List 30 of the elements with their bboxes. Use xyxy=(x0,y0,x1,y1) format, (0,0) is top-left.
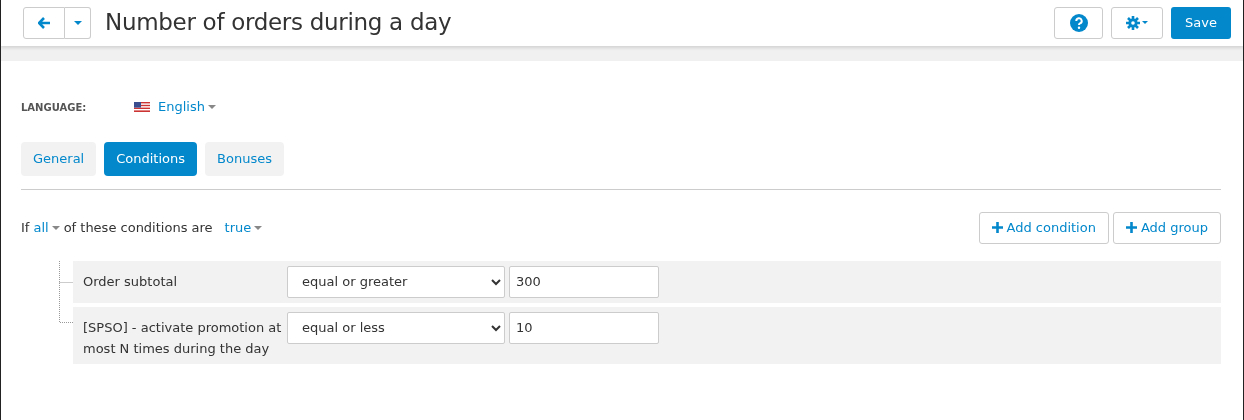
help-icon xyxy=(1069,14,1088,32)
back-arrow-icon xyxy=(37,17,51,29)
language-label: LANGUAGE: xyxy=(21,100,88,115)
language-selector[interactable]: English xyxy=(134,97,216,117)
page-title: Number of orders during a day xyxy=(105,9,452,37)
settings-icon xyxy=(1126,16,1149,30)
condition-name: [SPSO] - activate promotion at most N times during the day xyxy=(83,318,283,358)
condition-name: Order subtotal xyxy=(83,272,179,291)
plus-icon xyxy=(1125,222,1137,233)
flag-icon xyxy=(134,102,150,112)
operator-select[interactable]: equal or greater xyxy=(287,265,505,298)
help-button[interactable] xyxy=(1054,7,1104,39)
add-button[interactable]: Add condition xyxy=(978,211,1109,244)
match-mode-dropdown[interactable]: all xyxy=(33,217,60,237)
save-button[interactable]: Save xyxy=(1171,7,1231,39)
back-button[interactable] xyxy=(23,7,65,39)
condition-text: If xyxy=(21,218,30,237)
caret-icon xyxy=(73,21,82,25)
settings-button[interactable] xyxy=(1111,7,1164,39)
condition-text: of these conditions are xyxy=(63,218,213,237)
tab[interactable]: Bonuses xyxy=(205,142,284,176)
value-field[interactable]: 10 xyxy=(509,311,659,344)
value-field[interactable]: 300 xyxy=(509,265,659,298)
match-value-dropdown[interactable]: true xyxy=(224,217,263,237)
tree-connector xyxy=(59,260,73,323)
tab[interactable]: Conditions xyxy=(104,142,198,176)
operator-select[interactable]: equal or less xyxy=(287,311,505,344)
add-button[interactable]: Add group xyxy=(1112,211,1221,244)
tab[interactable]: General xyxy=(21,142,97,176)
plus-icon xyxy=(991,222,1003,233)
